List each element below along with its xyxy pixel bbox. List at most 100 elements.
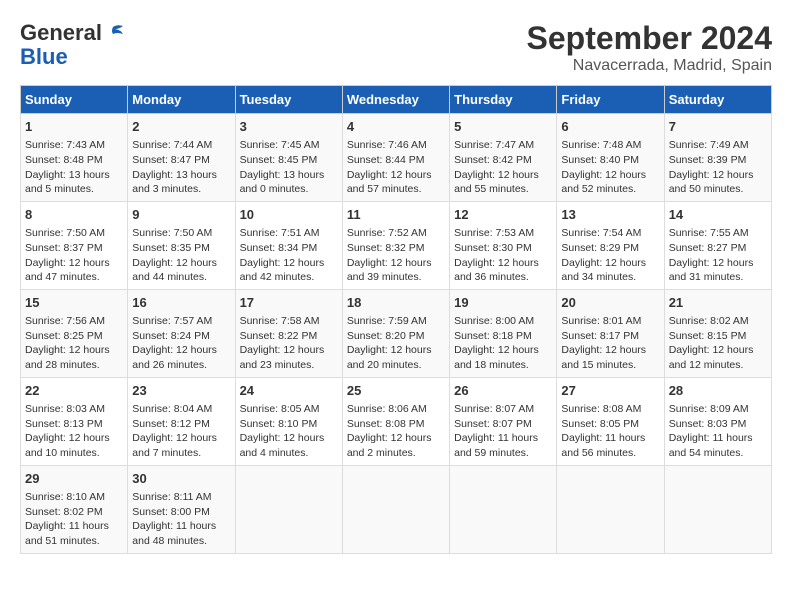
header-thursday: Thursday <box>450 86 557 114</box>
calendar-week-row: 22Sunrise: 8:03 AM Sunset: 8:13 PM Dayli… <box>21 377 772 465</box>
day-number: 26 <box>454 382 552 400</box>
day-info: Sunrise: 8:06 AM Sunset: 8:08 PM Dayligh… <box>347 402 445 461</box>
calendar-cell: 13 Sunrise: 7:54 AM Sunset: 8:29 PM Dayli… <box>557 201 664 289</box>
day-info: Sunrise: 7:45 AM Sunset: 8:45 PM Dayligh… <box>240 138 338 197</box>
day-info: Sunrise: 7:58 AM Sunset: 8:22 PM Dayligh… <box>240 314 338 373</box>
day-number: 19 <box>454 294 552 312</box>
day-number: 17 <box>240 294 338 312</box>
day-number: 4 <box>347 118 445 136</box>
calendar-cell: 10Sunrise: 7:51 AM Sunset: 8:34 PM Dayli… <box>235 201 342 289</box>
day-number: 5 <box>454 118 552 136</box>
calendar-cell: 21 Sunrise: 8:02 AM Sunset: 8:15 PM Dayli… <box>664 289 771 377</box>
month-title: September 2024 <box>527 20 772 57</box>
location-title: Navacerrada, Madrid, Spain <box>527 57 772 75</box>
calendar-cell: 20Sunrise: 8:01 AM Sunset: 8:17 PM Dayli… <box>557 289 664 377</box>
calendar-cell <box>557 465 664 553</box>
calendar-cell: 25 Sunrise: 8:06 AM Sunset: 8:08 PM Dayli… <box>342 377 449 465</box>
calendar-cell: 5 Sunrise: 7:47 AM Sunset: 8:42 PM Daylig… <box>450 114 557 202</box>
day-info: Sunrise: 7:46 AM Sunset: 8:44 PM Dayligh… <box>347 138 445 197</box>
calendar-cell: 23 Sunrise: 8:04 AM Sunset: 8:12 PM Dayli… <box>128 377 235 465</box>
calendar-cell <box>235 465 342 553</box>
header-friday: Friday <box>557 86 664 114</box>
calendar-cell: 29 Sunrise: 8:10 AM Sunset: 8:02 PM Dayli… <box>21 465 128 553</box>
day-info: Sunrise: 7:57 AM Sunset: 8:24 PM Dayligh… <box>132 314 230 373</box>
calendar-cell <box>450 465 557 553</box>
logo-general: General <box>20 20 102 46</box>
day-number: 21 <box>669 294 767 312</box>
day-info: Sunrise: 7:43 AM Sunset: 8:48 PM Dayligh… <box>25 138 123 197</box>
calendar-cell: 19 Sunrise: 8:00 AM Sunset: 8:18 PM Dayli… <box>450 289 557 377</box>
day-info: Sunrise: 8:07 AM Sunset: 8:07 PM Dayligh… <box>454 402 552 461</box>
day-info: Sunrise: 7:49 AM Sunset: 8:39 PM Dayligh… <box>669 138 767 197</box>
header-sunday: Sunday <box>21 86 128 114</box>
day-number: 9 <box>132 206 230 224</box>
header-wednesday: Wednesday <box>342 86 449 114</box>
day-number: 13 <box>561 206 659 224</box>
calendar-cell: 24Sunrise: 8:05 AM Sunset: 8:10 PM Dayli… <box>235 377 342 465</box>
day-number: 20 <box>561 294 659 312</box>
day-number: 16 <box>132 294 230 312</box>
calendar-week-row: 15 Sunrise: 7:56 AM Sunset: 8:25 PM Dayli… <box>21 289 772 377</box>
calendar-cell: 6Sunrise: 7:48 AM Sunset: 8:40 PM Daylig… <box>557 114 664 202</box>
page-header: General Blue September 2024 Navacerrada,… <box>20 20 772 75</box>
day-number: 22 <box>25 382 123 400</box>
title-block: September 2024 Navacerrada, Madrid, Spai… <box>527 20 772 75</box>
calendar-week-row: 8 Sunrise: 7:50 AM Sunset: 8:37 PM Daylig… <box>21 201 772 289</box>
day-number: 7 <box>669 118 767 136</box>
calendar-cell: 22Sunrise: 8:03 AM Sunset: 8:13 PM Dayli… <box>21 377 128 465</box>
calendar-cell: 11Sunrise: 7:52 AM Sunset: 8:32 PM Dayli… <box>342 201 449 289</box>
day-number: 14 <box>669 206 767 224</box>
logo-blue: Blue <box>20 46 68 68</box>
calendar-cell: 3Sunrise: 7:45 AM Sunset: 8:45 PM Daylig… <box>235 114 342 202</box>
calendar-cell: 12Sunrise: 7:53 AM Sunset: 8:30 PM Dayli… <box>450 201 557 289</box>
day-number: 24 <box>240 382 338 400</box>
day-info: Sunrise: 7:55 AM Sunset: 8:27 PM Dayligh… <box>669 226 767 285</box>
day-info: Sunrise: 8:04 AM Sunset: 8:12 PM Dayligh… <box>132 402 230 461</box>
calendar-cell: 15 Sunrise: 7:56 AM Sunset: 8:25 PM Dayli… <box>21 289 128 377</box>
calendar-cell: 18Sunrise: 7:59 AM Sunset: 8:20 PM Dayli… <box>342 289 449 377</box>
calendar-cell: 14 Sunrise: 7:55 AM Sunset: 8:27 PM Dayli… <box>664 201 771 289</box>
day-number: 18 <box>347 294 445 312</box>
calendar-cell <box>342 465 449 553</box>
logo-bird-icon <box>103 24 125 42</box>
day-info: Sunrise: 7:47 AM Sunset: 8:42 PM Dayligh… <box>454 138 552 197</box>
calendar-week-row: 29 Sunrise: 8:10 AM Sunset: 8:02 PM Dayli… <box>21 465 772 553</box>
calendar-cell: 17 Sunrise: 7:58 AM Sunset: 8:22 PM Dayli… <box>235 289 342 377</box>
header-tuesday: Tuesday <box>235 86 342 114</box>
day-number: 23 <box>132 382 230 400</box>
day-number: 6 <box>561 118 659 136</box>
calendar-cell: 9Sunrise: 7:50 AM Sunset: 8:35 PM Daylig… <box>128 201 235 289</box>
calendar-cell: 16 Sunrise: 7:57 AM Sunset: 8:24 PM Dayli… <box>128 289 235 377</box>
calendar-cell: 7 Sunrise: 7:49 AM Sunset: 8:39 PM Daylig… <box>664 114 771 202</box>
logo: General Blue <box>20 20 126 68</box>
calendar-cell: 8 Sunrise: 7:50 AM Sunset: 8:37 PM Daylig… <box>21 201 128 289</box>
day-number: 11 <box>347 206 445 224</box>
day-info: Sunrise: 7:54 AM Sunset: 8:29 PM Dayligh… <box>561 226 659 285</box>
day-info: Sunrise: 8:02 AM Sunset: 8:15 PM Dayligh… <box>669 314 767 373</box>
day-info: Sunrise: 7:56 AM Sunset: 8:25 PM Dayligh… <box>25 314 123 373</box>
calendar-cell: 28 Sunrise: 8:09 AM Sunset: 8:03 PM Dayli… <box>664 377 771 465</box>
day-info: Sunrise: 8:09 AM Sunset: 8:03 PM Dayligh… <box>669 402 767 461</box>
day-number: 28 <box>669 382 767 400</box>
calendar-week-row: 1 Sunrise: 7:43 AM Sunset: 8:48 PM Daylig… <box>21 114 772 202</box>
day-info: Sunrise: 8:10 AM Sunset: 8:02 PM Dayligh… <box>25 490 123 549</box>
calendar-table: SundayMondayTuesdayWednesdayThursdayFrid… <box>20 85 772 554</box>
day-number: 25 <box>347 382 445 400</box>
day-number: 1 <box>25 118 123 136</box>
day-info: Sunrise: 7:50 AM Sunset: 8:37 PM Dayligh… <box>25 226 123 285</box>
calendar-header-row: SundayMondayTuesdayWednesdayThursdayFrid… <box>21 86 772 114</box>
day-number: 15 <box>25 294 123 312</box>
calendar-cell: 27 Sunrise: 8:08 AM Sunset: 8:05 PM Dayli… <box>557 377 664 465</box>
day-info: Sunrise: 8:08 AM Sunset: 8:05 PM Dayligh… <box>561 402 659 461</box>
calendar-cell: 1 Sunrise: 7:43 AM Sunset: 8:48 PM Daylig… <box>21 114 128 202</box>
day-number: 12 <box>454 206 552 224</box>
calendar-cell: 26 Sunrise: 8:07 AM Sunset: 8:07 PM Dayli… <box>450 377 557 465</box>
day-number: 8 <box>25 206 123 224</box>
day-number: 29 <box>25 470 123 488</box>
day-number: 2 <box>132 118 230 136</box>
day-info: Sunrise: 8:00 AM Sunset: 8:18 PM Dayligh… <box>454 314 552 373</box>
calendar-cell: 2Sunrise: 7:44 AM Sunset: 8:47 PM Daylig… <box>128 114 235 202</box>
header-monday: Monday <box>128 86 235 114</box>
calendar-cell: 30Sunrise: 8:11 AM Sunset: 8:00 PM Dayli… <box>128 465 235 553</box>
day-number: 27 <box>561 382 659 400</box>
